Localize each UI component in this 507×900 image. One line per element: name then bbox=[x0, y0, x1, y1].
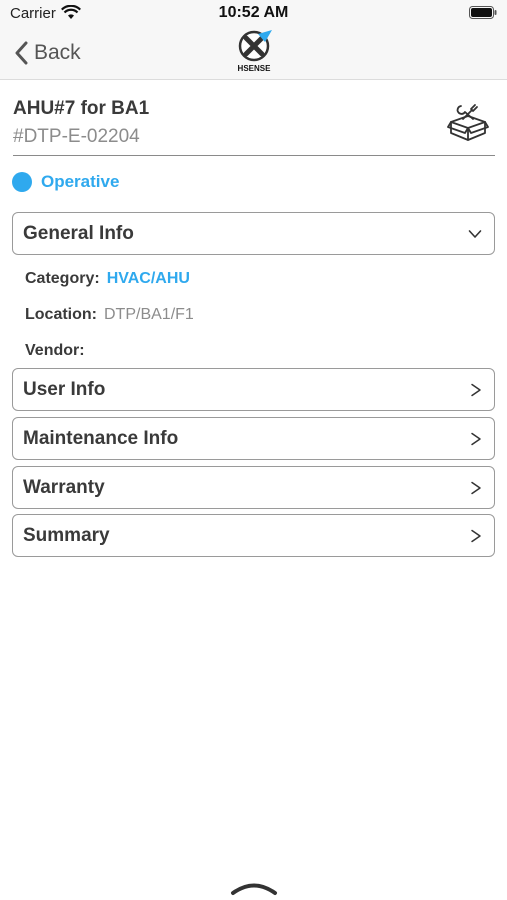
maintenance-info-label: Maintenance Info bbox=[23, 428, 179, 449]
chevron-left-icon bbox=[15, 41, 28, 65]
back-button[interactable]: Back bbox=[14, 38, 81, 68]
summary-section[interactable]: Summary bbox=[12, 514, 495, 557]
status-label: Operative bbox=[41, 172, 120, 191]
user-info-label: User Info bbox=[23, 379, 106, 400]
location-row: Location: DTP/BA1/F1 bbox=[25, 306, 194, 324]
back-label: Back bbox=[34, 41, 81, 64]
category-value: HVAC/AHU bbox=[106, 270, 190, 287]
general-info-label: General Info bbox=[23, 223, 134, 244]
status-bar: Carrier 10:52 AM bbox=[0, 0, 507, 28]
tools-box-icon[interactable] bbox=[447, 102, 489, 142]
battery-icon bbox=[469, 6, 497, 19]
x-logo-icon bbox=[238, 30, 272, 62]
asset-title: AHU#7 for BA1 bbox=[13, 98, 150, 119]
clock: 10:52 AM bbox=[218, 4, 289, 21]
hsense-logo: HSENSE bbox=[238, 30, 272, 73]
vendor-row: Vendor: bbox=[25, 342, 92, 360]
asset-code: #DTP-E-02204 bbox=[13, 126, 140, 147]
category-label: Category: bbox=[25, 270, 100, 287]
status-dot bbox=[12, 172, 32, 192]
chevron-down-icon bbox=[468, 230, 482, 238]
chevron-right-icon bbox=[471, 481, 481, 495]
chevron-right-icon bbox=[471, 529, 481, 543]
logo-text: HSENSE bbox=[238, 64, 272, 73]
general-info-section[interactable]: General Info bbox=[12, 212, 495, 255]
maintenance-info-section[interactable]: Maintenance Info bbox=[12, 417, 495, 460]
location-label: Location: bbox=[25, 306, 97, 323]
chevron-up-handle-icon[interactable] bbox=[230, 880, 278, 896]
warranty-section[interactable]: Warranty bbox=[12, 466, 495, 509]
category-row: Category: HVAC/AHU bbox=[25, 270, 190, 288]
chevron-right-icon bbox=[471, 383, 481, 397]
vendor-label: Vendor: bbox=[25, 342, 85, 359]
location-value: DTP/BA1/F1 bbox=[104, 306, 194, 323]
warranty-label: Warranty bbox=[23, 477, 105, 498]
chevron-right-icon bbox=[471, 432, 481, 446]
asset-header: AHU#7 for BA1 #DTP-E-02204 bbox=[13, 98, 495, 156]
navigation-bar: Back HSENSE bbox=[0, 28, 507, 80]
status-indicator: Operative bbox=[12, 172, 119, 192]
summary-label: Summary bbox=[23, 525, 110, 546]
user-info-section[interactable]: User Info bbox=[12, 368, 495, 411]
